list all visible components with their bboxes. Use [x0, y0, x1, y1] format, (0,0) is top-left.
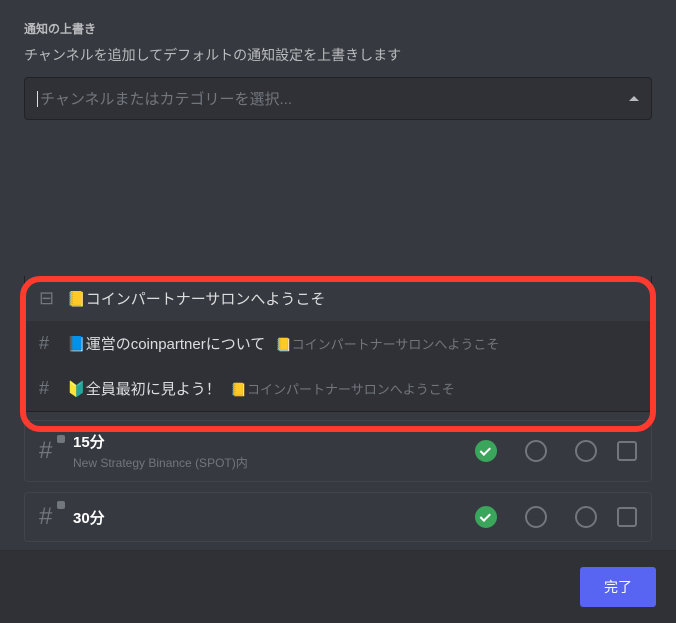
dropdown-emoji: 📒	[67, 291, 86, 308]
dropdown-label: コインパートナーサロンへようこそ	[86, 291, 326, 308]
hash-icon: #	[39, 378, 57, 399]
radio-all[interactable]	[475, 440, 497, 462]
text-cursor	[37, 91, 38, 107]
dropdown-item-channel[interactable]: # 📘運営のcoinpartnerについて 📒コインパートナーサロンへようこそ	[25, 321, 651, 366]
radio-all[interactable]	[475, 506, 497, 528]
select-placeholder: チャンネルまたはカテゴリーを選択...	[40, 88, 292, 109]
dropdown-emoji: 📘	[67, 336, 86, 353]
dropdown-emoji: 🔰	[67, 381, 86, 398]
section-description: チャンネルを追加してデフォルトの通知設定を上書きします	[24, 45, 652, 65]
radio-mentions[interactable]	[525, 440, 547, 462]
footer: 完了	[0, 551, 676, 623]
dropdown-item-channel[interactable]: # 🔰全員最初に見よう！ 📒コインパートナーサロンへようこそ	[25, 366, 651, 411]
channel-row: # 30分	[24, 492, 652, 542]
channel-category: New Strategy Binance (SPOT)内	[73, 454, 463, 471]
section-title: 通知の上書き	[24, 20, 652, 37]
dropdown-label: 全員最初に見よう！	[86, 381, 221, 398]
category-icon: ⊟	[39, 288, 57, 309]
dropdown-label: 運営のcoinpartnerについて	[86, 336, 266, 353]
hash-lock-icon: #	[39, 503, 61, 531]
channel-name: 30分	[73, 507, 463, 528]
channel-dropdown: ⊟ 📒コインパートナーサロンへようこそ # 📘運営のcoinpartnerについ…	[24, 276, 652, 412]
delete-button[interactable]	[617, 441, 637, 461]
channel-name: 15分	[73, 431, 463, 452]
dropdown-sub: 📒コインパートナーサロンへようこそ	[275, 337, 499, 352]
hash-lock-icon: #	[39, 437, 61, 465]
channel-row: # 15分 New Strategy Binance (SPOT)内	[24, 420, 652, 482]
done-button[interactable]: 完了	[580, 567, 656, 607]
radio-none[interactable]	[575, 440, 597, 462]
caret-up-icon	[629, 96, 639, 101]
hash-icon: #	[39, 333, 57, 354]
dropdown-sub: 📒コインパートナーサロンへようこそ	[231, 382, 455, 397]
channel-select[interactable]: チャンネルまたはカテゴリーを選択...	[24, 77, 652, 120]
dropdown-item-category[interactable]: ⊟ 📒コインパートナーサロンへようこそ	[25, 276, 651, 321]
delete-button[interactable]	[617, 507, 637, 527]
radio-mentions[interactable]	[525, 506, 547, 528]
radio-none[interactable]	[575, 506, 597, 528]
